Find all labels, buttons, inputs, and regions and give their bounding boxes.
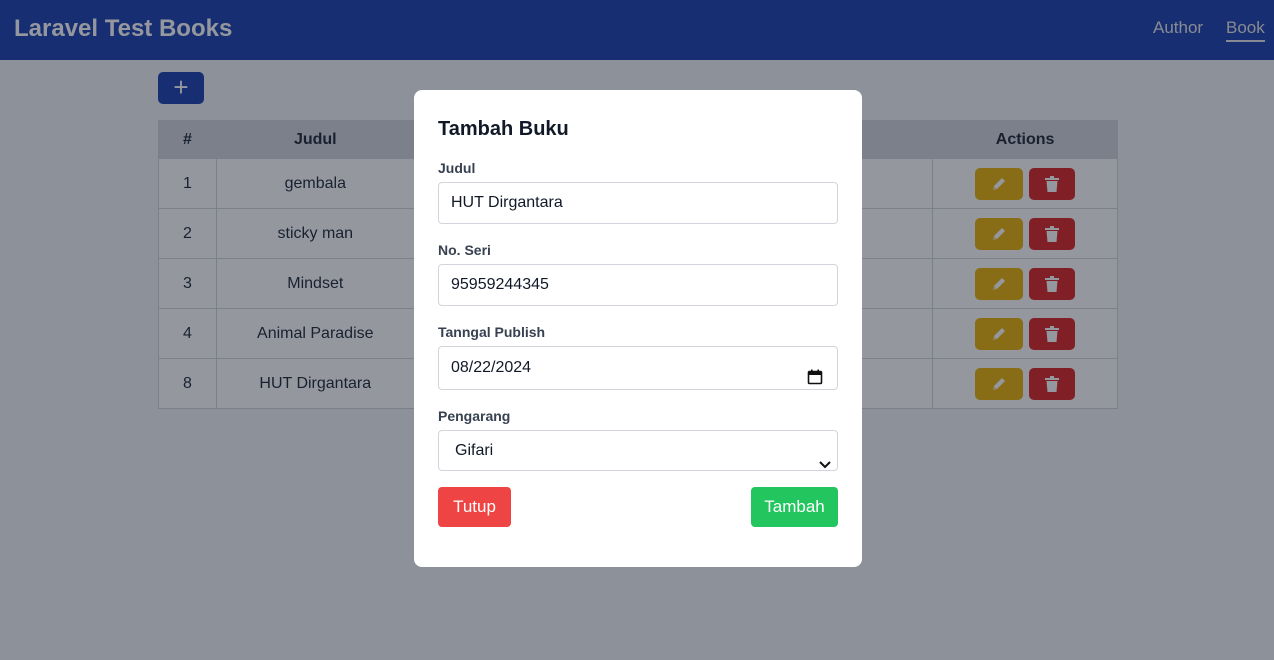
modal-title: Tambah Buku <box>438 118 569 140</box>
tanggal-value: 08/22/2024 <box>451 359 532 376</box>
chevron-down-icon <box>818 446 832 485</box>
judul-input[interactable]: HUT Dirgantara <box>438 182 838 224</box>
pengarang-selected-value: Gifari <box>455 442 494 459</box>
tanggal-label: Tanngal Publish <box>438 324 546 340</box>
seri-label: No. Seri <box>438 242 491 258</box>
pengarang-select[interactable]: Gifari <box>438 430 838 471</box>
pengarang-label: Pengarang <box>438 408 511 424</box>
calendar-icon[interactable] <box>807 360 823 402</box>
add-book-modal: Tambah Buku Judul HUT Dirgantara No. Ser… <box>414 90 862 567</box>
judul-label: Judul <box>438 160 476 176</box>
submit-button[interactable]: Tambah <box>751 487 838 527</box>
tanggal-input[interactable]: 08/22/2024 <box>438 346 838 390</box>
close-button[interactable]: Tutup <box>438 487 511 527</box>
seri-input[interactable]: 95959244345 <box>438 264 838 306</box>
